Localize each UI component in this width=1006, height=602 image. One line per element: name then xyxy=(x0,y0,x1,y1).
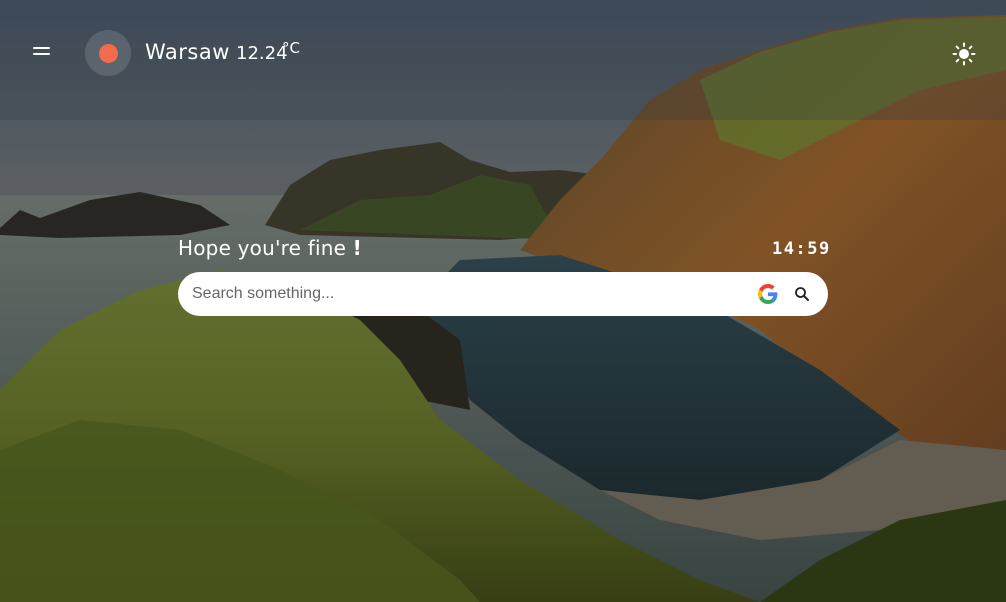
menu-icon[interactable] xyxy=(31,43,53,61)
weather-city: Warsaw xyxy=(145,40,230,64)
menu-icon-line xyxy=(33,47,50,49)
greeting-exclamation: ! xyxy=(352,236,362,260)
weather-sun-icon xyxy=(85,30,131,76)
menu-icon-line xyxy=(33,53,50,55)
clock: 14:59 xyxy=(772,239,831,259)
sun-icon xyxy=(98,43,118,63)
search-icon-svg xyxy=(795,287,809,301)
sun-brightness-icon[interactable] xyxy=(952,42,976,66)
weather-temperature: 12.24 xyxy=(236,43,288,64)
greeting-message: Hope you're fine xyxy=(178,236,347,260)
sun-brightness-icon-svg xyxy=(952,42,976,66)
google-icon[interactable] xyxy=(758,284,778,304)
weather-unit: °C xyxy=(282,39,300,57)
google-icon-svg xyxy=(758,284,778,304)
search-input[interactable] xyxy=(192,272,752,316)
search-icon[interactable] xyxy=(793,285,811,303)
search-bar xyxy=(178,272,828,316)
greeting-text: Hope you're fine ! xyxy=(178,236,362,260)
